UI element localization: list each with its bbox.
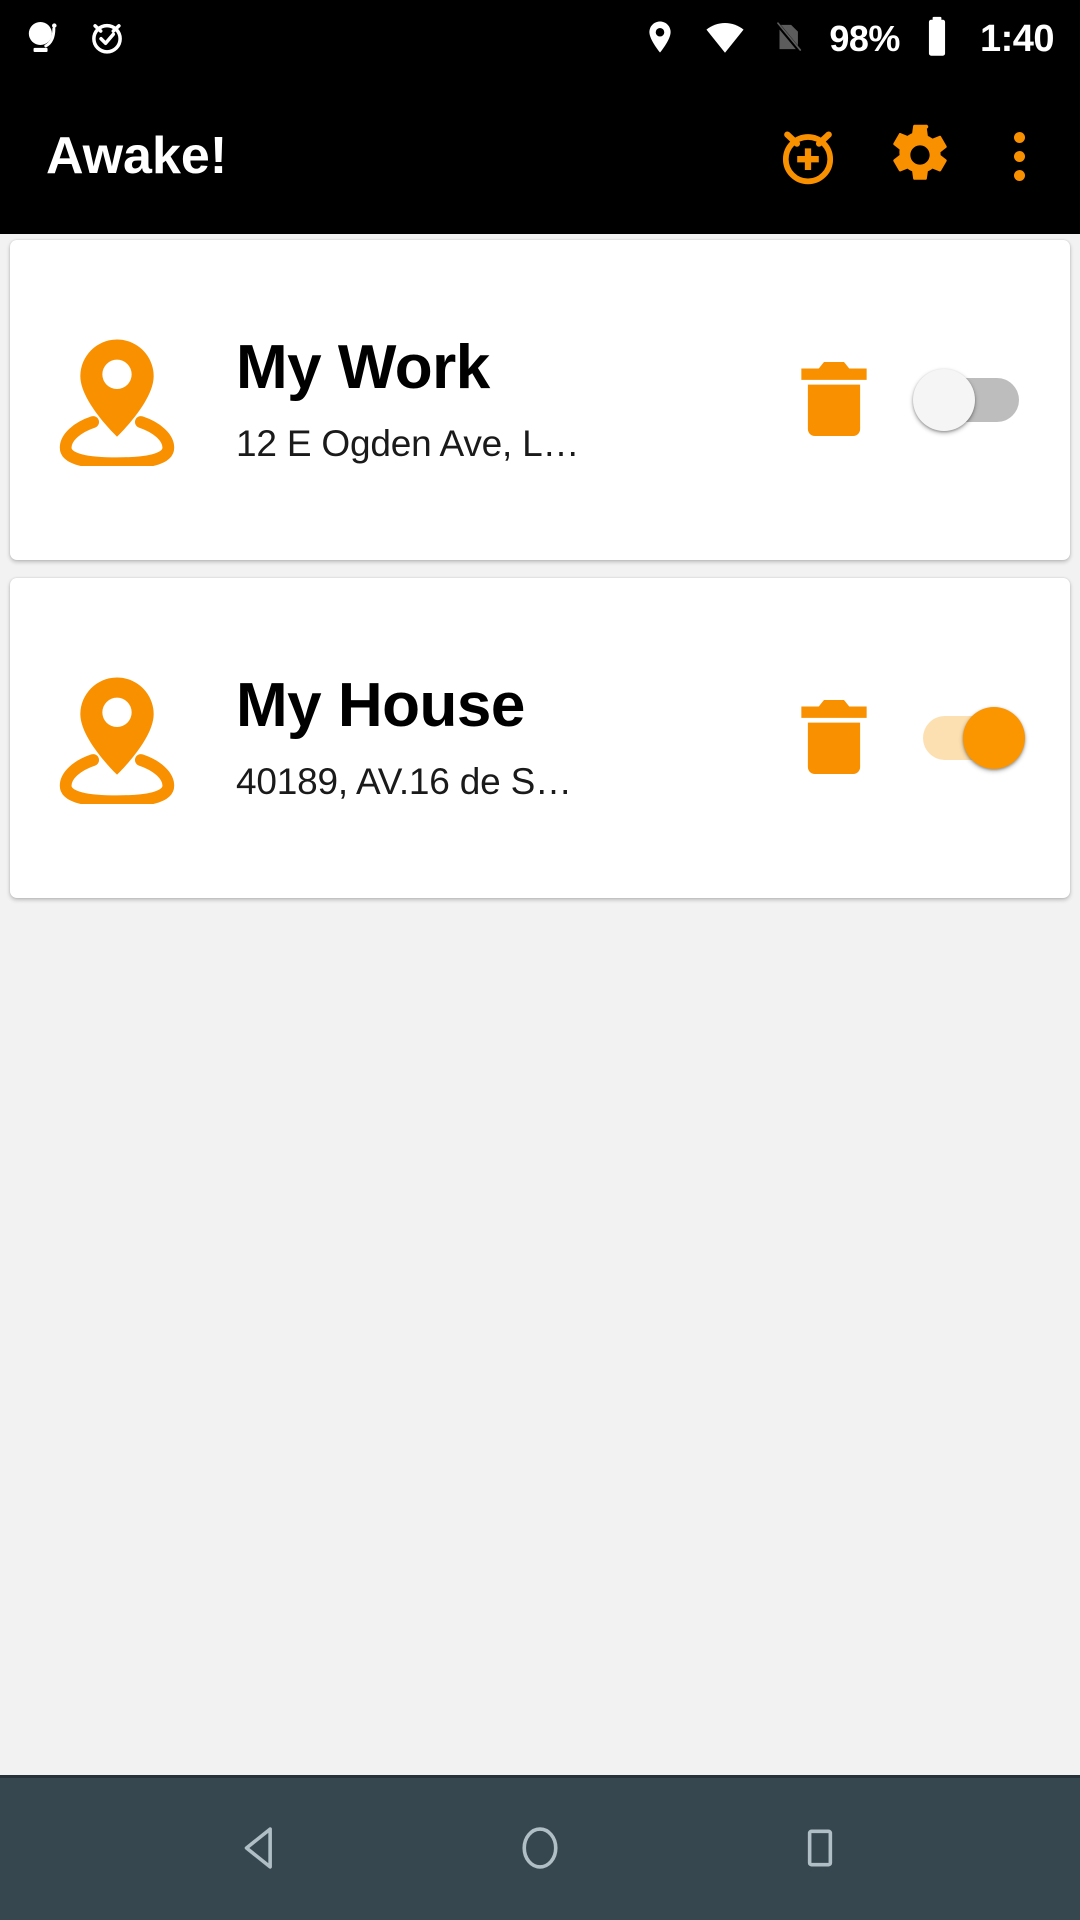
location-info: My House 40189, AV.16 de S… <box>180 673 774 803</box>
status-bar-clock: 1:40 <box>979 18 1055 60</box>
location-pin-icon <box>54 334 180 466</box>
recents-square-icon <box>793 1821 847 1878</box>
app-bar-actions <box>752 100 1062 212</box>
trash-icon <box>797 693 871 784</box>
delete-button[interactable] <box>774 693 894 784</box>
app-screen: 98% 1:40 Awake! My Work 12 E Ogden Ave, … <box>0 0 1080 1920</box>
location-info: My Work 12 E Ogden Ave, L… <box>180 335 774 465</box>
location-icon <box>641 16 679 63</box>
recents-button[interactable] <box>745 1777 895 1920</box>
settings-button[interactable] <box>864 100 976 212</box>
enable-toggle[interactable] <box>894 707 1044 769</box>
trash-icon <box>797 355 871 446</box>
system-navigation-bar <box>0 1775 1080 1920</box>
delete-button[interactable] <box>774 355 894 446</box>
status-bar-left-icons <box>22 16 128 63</box>
gear-icon <box>887 122 953 191</box>
location-address: 12 E Ogden Ave, L… <box>236 423 580 465</box>
wifi-icon <box>703 16 747 63</box>
location-title: My Work <box>236 333 490 403</box>
no-sim-icon <box>771 16 805 63</box>
overflow-menu-icon <box>1013 128 1025 185</box>
home-button[interactable] <box>465 1777 615 1920</box>
location-address: 40189, AV.16 de S… <box>236 761 572 803</box>
add-alarm-icon <box>772 119 844 194</box>
back-button[interactable] <box>185 1777 335 1920</box>
toggle-thumb <box>913 369 975 431</box>
battery-icon <box>924 15 950 64</box>
page-title: Awake! <box>46 127 228 185</box>
do-not-disturb-icon <box>22 16 64 63</box>
add-alarm-button[interactable] <box>752 100 864 212</box>
toggle-switch-off[interactable] <box>913 369 1025 431</box>
status-bar: 98% 1:40 <box>0 0 1080 78</box>
location-pin-icon <box>54 672 180 804</box>
overflow-menu-button[interactable] <box>976 100 1062 212</box>
home-circle-icon <box>513 1821 567 1878</box>
back-triangle-icon <box>233 1821 287 1878</box>
enable-toggle[interactable] <box>894 369 1044 431</box>
battery-percentage: 98% <box>829 18 900 59</box>
location-title: My House <box>236 671 525 741</box>
app-bar: Awake! <box>0 78 1080 234</box>
list-item[interactable]: My Work 12 E Ogden Ave, L… <box>10 240 1070 560</box>
list-item[interactable]: My House 40189, AV.16 de S… <box>10 578 1070 898</box>
alarm-set-icon <box>86 16 128 63</box>
locations-list: My Work 12 E Ogden Ave, L… My House 4018… <box>0 234 1080 1775</box>
toggle-switch-on[interactable] <box>913 707 1025 769</box>
toggle-thumb <box>963 707 1025 769</box>
status-bar-right-icons: 98% 1:40 <box>641 15 1055 64</box>
